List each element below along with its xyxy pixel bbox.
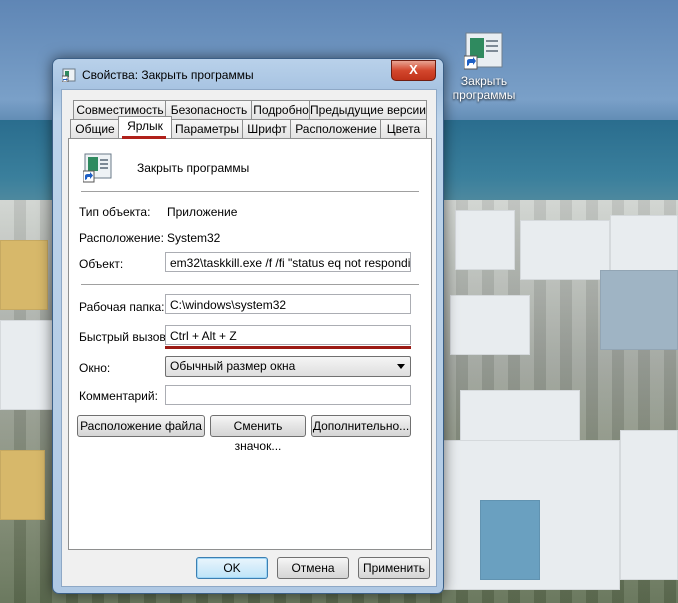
divider [81,284,419,285]
tab-general[interactable]: Общие [70,119,120,138]
apply-button[interactable]: Применить [358,557,430,579]
type-value: Приложение [167,205,238,219]
comment-field[interactable] [165,385,411,405]
desktop-shortcut-label-1: Закрыть [460,74,508,88]
location-label: Расположение: [79,231,164,245]
location-value: System32 [167,231,221,245]
chevron-down-icon [397,364,405,369]
run-label: Окно: [79,361,111,375]
tab-options[interactable]: Параметры [170,119,244,138]
tab-label: Шрифт [247,122,287,136]
hotkey-highlight [165,346,411,349]
tab-label: Ярлык [127,119,163,133]
shortcut-panel: Закрыть программы Тип объекта: Приложени… [68,138,432,550]
change-icon-button[interactable]: Сменить значок... [210,415,306,453]
tab-security[interactable]: Безопасность [165,100,253,119]
dialog-client: Совместимость Безопасность Подробно Пред… [61,89,437,587]
tab-label: Подробно [253,103,309,117]
target-label: Объект: [79,257,124,271]
type-label: Тип объекта: [79,205,151,219]
tab-previous-versions[interactable]: Предыдущие версии [309,100,427,119]
window-title: Свойства: Закрыть программы [82,68,254,82]
tab-label: Цвета [386,122,421,136]
advanced-button[interactable]: Дополнительно... [311,415,411,437]
window-app-icon [61,68,76,83]
close-icon: X [409,62,418,77]
comment-label: Комментарий: [79,389,158,403]
desktop-shortcut-label-2: программы [452,88,516,102]
hotkey-label: Быстрый вызов: [79,330,170,344]
ok-button[interactable]: OK [196,557,268,579]
hotkey-field[interactable]: Ctrl + Alt + Z [165,325,411,345]
shortcut-icon [463,32,504,70]
tab-label: Расположение [295,122,377,136]
close-button[interactable]: X [391,60,436,81]
run-select-value: Обычный размер окна [170,359,296,373]
workdir-label: Рабочая папка: [79,300,165,314]
properties-window: Свойства: Закрыть программы X Совместимо… [52,58,444,594]
target-field[interactable]: em32\taskkill.exe /f /fi "status eq not … [165,252,411,272]
tab-label: Общие [75,122,115,136]
shortcut-name: Закрыть программы [137,161,250,175]
workdir-field[interactable]: C:\windows\system32 [165,294,411,314]
program-icon [82,153,113,183]
cancel-button[interactable]: Отмена [277,557,349,579]
tab-layout[interactable]: Расположение [290,119,382,138]
tab-label: Совместимость [76,103,164,117]
tab-label: Предыдущие версии [310,103,426,117]
tab-label: Параметры [175,122,239,136]
title-bar[interactable]: Свойства: Закрыть программы X [53,59,443,89]
desktop-shortcut[interactable]: Закрыть программы [446,32,522,102]
tab-colors[interactable]: Цвета [380,119,427,138]
tab-details[interactable]: Подробно [251,100,311,119]
open-file-location-button[interactable]: Расположение файла [77,415,205,437]
run-select[interactable]: Обычный размер окна [165,356,411,377]
tab-shortcut[interactable]: Ярлык [118,116,172,138]
divider [81,191,419,192]
tab-font[interactable]: Шрифт [242,119,292,138]
active-tab-highlight [122,136,166,139]
tab-label: Безопасность [170,103,248,117]
